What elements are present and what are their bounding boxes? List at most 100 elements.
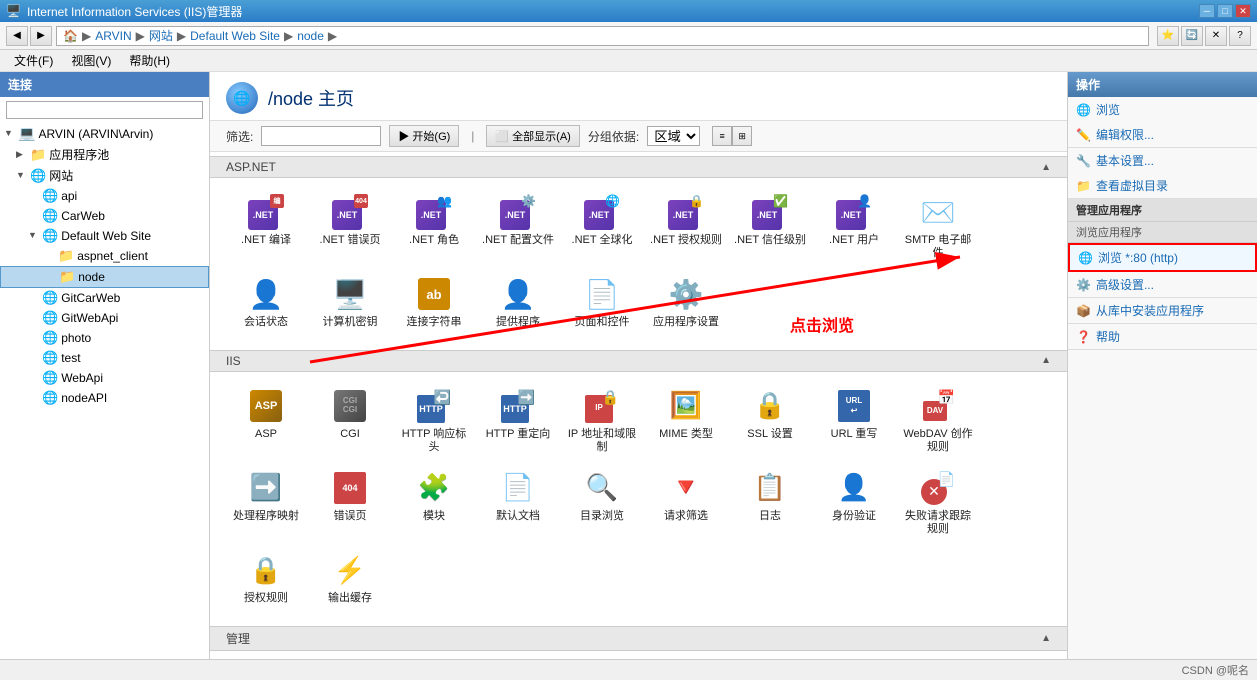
sidebar-item-default-web-site[interactable]: ▼ 🌐 Default Web Site <box>0 226 209 246</box>
right-panel-advanced[interactable]: ⚙️ 高级设置... <box>1068 272 1257 297</box>
sidebar-item-photo[interactable]: 🌐 photo <box>0 328 209 348</box>
right-panel-edit-perm[interactable]: ✏️ 编辑权限... <box>1068 122 1257 147</box>
title-bar-text: Internet Information Services (IIS)管理器 <box>27 3 242 20</box>
icon-label: 会话状态 <box>244 316 288 329</box>
right-panel-help[interactable]: ❓ 帮助 <box>1068 324 1257 349</box>
menu-file[interactable]: 文件(F) <box>6 50 61 71</box>
close-button[interactable]: ✕ <box>1235 4 1251 18</box>
icon-ip-domain[interactable]: IP 🔒 IP 地址和域限制 <box>562 382 642 460</box>
icon-http-redirect[interactable]: HTTP ➡️ HTTP 重定向 <box>478 382 558 460</box>
help-icon2[interactable]: ? <box>1229 26 1251 46</box>
right-panel-view-vdir[interactable]: 📁 查看虚拟目录 <box>1068 173 1257 198</box>
icon-app-settings[interactable]: ⚙️ 应用程序设置 <box>646 270 726 335</box>
icon-log[interactable]: 📋 日志 <box>730 464 810 542</box>
icon-machine-key[interactable]: 🖥️ 计算机密钥 <box>310 270 390 335</box>
page-title: /node 主页 <box>268 85 354 111</box>
icon-url-rewrite[interactable]: URL↩ URL 重写 <box>814 382 894 460</box>
sidebar-item-apppool[interactable]: ▶ 📁 应用程序池 <box>0 144 209 165</box>
sidebar-item-aspnet-client[interactable]: 📁 aspnet_client <box>0 246 209 266</box>
icon-ssl[interactable]: 🔒 SSL 设置 <box>730 382 810 460</box>
address-website[interactable]: 网站 <box>149 27 173 44</box>
sidebar-item-api[interactable]: 🌐 api <box>0 186 209 206</box>
forward-button[interactable]: ▶ <box>30 26 52 46</box>
title-bar-controls[interactable]: ─ □ ✕ <box>1199 4 1251 18</box>
icon-mime[interactable]: 🖼️ MIME 类型 <box>646 382 726 460</box>
sidebar-item-websites[interactable]: ▼ 🌐 网站 <box>0 165 209 186</box>
icon-smtp[interactable]: ✉️ SMTP 电子邮件 <box>898 188 978 266</box>
icon-dotnet-error[interactable]: .NET 404 .NET 错误页 <box>310 188 390 266</box>
address-arvin[interactable]: ARVIN <box>95 29 131 43</box>
icon-dotnet-global[interactable]: .NET 🌐 .NET 全球化 <box>562 188 642 266</box>
icon-label: HTTP 响应标头 <box>398 428 470 454</box>
icon-module[interactable]: 🧩 模块 <box>394 464 474 542</box>
sidebar-item-webapi[interactable]: 🌐 WebApi <box>0 368 209 388</box>
icon-label: IP 地址和域限制 <box>566 428 638 454</box>
right-panel-browse-80[interactable]: 🌐 浏览 *:80 (http) <box>1068 243 1257 272</box>
icon-dotnet-role[interactable]: .NET 👥 .NET 角色 <box>394 188 474 266</box>
icon-req-filter[interactable]: 🔻 请求筛选 <box>646 464 726 542</box>
icon-dir-browse[interactable]: 🔍 目录浏览 <box>562 464 642 542</box>
icon-dotnet-user[interactable]: .NET 👤 .NET 用户 <box>814 188 894 266</box>
sidebar-item-test[interactable]: 🌐 test <box>0 348 209 368</box>
group-select[interactable]: 区域 <box>647 126 700 146</box>
filter-input[interactable] <box>261 126 381 146</box>
icon-view-btn[interactable]: ⊞ <box>732 126 752 146</box>
sidebar-item-nodeapi[interactable]: 🌐 nodeAPI <box>0 388 209 408</box>
icon-label: SMTP 电子邮件 <box>902 234 974 260</box>
right-panel-install-app[interactable]: 📦 从库中安装应用程序 <box>1068 298 1257 323</box>
advanced-icon: ⚙️ <box>1076 278 1091 292</box>
filter-show-all-btn[interactable]: ⬜ 全部显示(A) <box>486 125 579 147</box>
minimize-button[interactable]: ─ <box>1199 4 1215 18</box>
icon-label: WebDAV 创作规则 <box>902 428 974 454</box>
icon-http-response[interactable]: HTTP ↩️ HTTP 响应标头 <box>394 382 474 460</box>
icon-dotnet-compile[interactable]: .NET 编 .NET 编译 <box>226 188 306 266</box>
icon-webdav[interactable]: DAV 📅 WebDAV 创作规则 <box>898 382 978 460</box>
right-panel-install: 📦 从库中安装应用程序 <box>1068 298 1257 324</box>
aspnet-collapse-btn[interactable]: ▲ <box>1041 162 1051 173</box>
icon-dotnet-trust[interactable]: .NET ✅ .NET 信任级别 <box>730 188 810 266</box>
icon-label: 错误页 <box>334 510 367 523</box>
sidebar-test-label: test <box>61 351 80 365</box>
icon-default-doc[interactable]: 📄 默认文档 <box>478 464 558 542</box>
icon-error-page[interactable]: 404 错误页 <box>310 464 390 542</box>
stop-icon[interactable]: ✕ <box>1205 26 1227 46</box>
address-default-web-site[interactable]: Default Web Site <box>190 29 280 43</box>
node-icon: 📁 <box>59 269 75 285</box>
icon-dotnet-auth[interactable]: .NET 🔒 .NET 授权规则 <box>646 188 726 266</box>
iis-collapse-btn[interactable]: ▲ <box>1041 355 1051 366</box>
sidebar-item-carweb[interactable]: 🌐 CarWeb <box>0 206 209 226</box>
sidebar-item-gitwebapi[interactable]: 🌐 GitWebApi <box>0 308 209 328</box>
right-panel-basic-settings[interactable]: 🔧 基本设置... <box>1068 148 1257 173</box>
photo-icon: 🌐 <box>42 330 58 346</box>
list-view-btn[interactable]: ≡ <box>712 126 732 146</box>
icon-label: 身份验证 <box>832 510 876 523</box>
icon-asp[interactable]: ASP ASP <box>226 382 306 460</box>
icon-label: .NET 授权规则 <box>650 234 722 247</box>
icon-authz[interactable]: 🔒 授权规则 <box>226 546 306 611</box>
icon-connect-str[interactable]: ab 连接字符串 <box>394 270 474 335</box>
back-button[interactable]: ◀ <box>6 26 28 46</box>
sidebar-item-arvin[interactable]: ▼ 💻 ARVIN (ARVIN\Arvin) <box>0 123 209 144</box>
icon-session[interactable]: 👤 会话状态 <box>226 270 306 335</box>
refresh-icon[interactable]: 🔄 <box>1181 26 1203 46</box>
sidebar-item-gitcarweb[interactable]: 🌐 GitCarWeb <box>0 288 209 308</box>
icon-failed-req[interactable]: ✕ 📄 失败请求跟踪规则 <box>898 464 978 542</box>
icon-dotnet-config[interactable]: .NET ⚙️ .NET 配置文件 <box>478 188 558 266</box>
right-panel-browse[interactable]: 🌐 浏览 <box>1068 97 1257 122</box>
maximize-button[interactable]: □ <box>1217 4 1233 18</box>
favorites-icon[interactable]: ⭐ <box>1157 26 1179 46</box>
filter-start-btn[interactable]: ▶ 开始(G) <box>389 125 459 147</box>
address-node[interactable]: node <box>297 29 324 43</box>
sidebar-search-input[interactable] <box>6 101 203 119</box>
icon-cgi[interactable]: CGI CGI CGI <box>310 382 390 460</box>
menu-view[interactable]: 视图(V) <box>63 50 119 71</box>
menu-help[interactable]: 帮助(H) <box>121 50 178 71</box>
icon-output-cache[interactable]: ⚡ 输出缓存 <box>310 546 390 611</box>
sidebar-item-search <box>0 97 209 123</box>
icon-provider[interactable]: 👤 提供程序 <box>478 270 558 335</box>
icon-handler[interactable]: ➡️ 处理程序映射 <box>226 464 306 542</box>
icon-auth[interactable]: 👤 身份验证 <box>814 464 894 542</box>
icon-pages-ctrl[interactable]: 📄 页面和控件 <box>562 270 642 335</box>
manage-collapse-btn[interactable]: ▲ <box>1041 633 1051 644</box>
sidebar-item-node[interactable]: 📁 node <box>0 266 209 288</box>
